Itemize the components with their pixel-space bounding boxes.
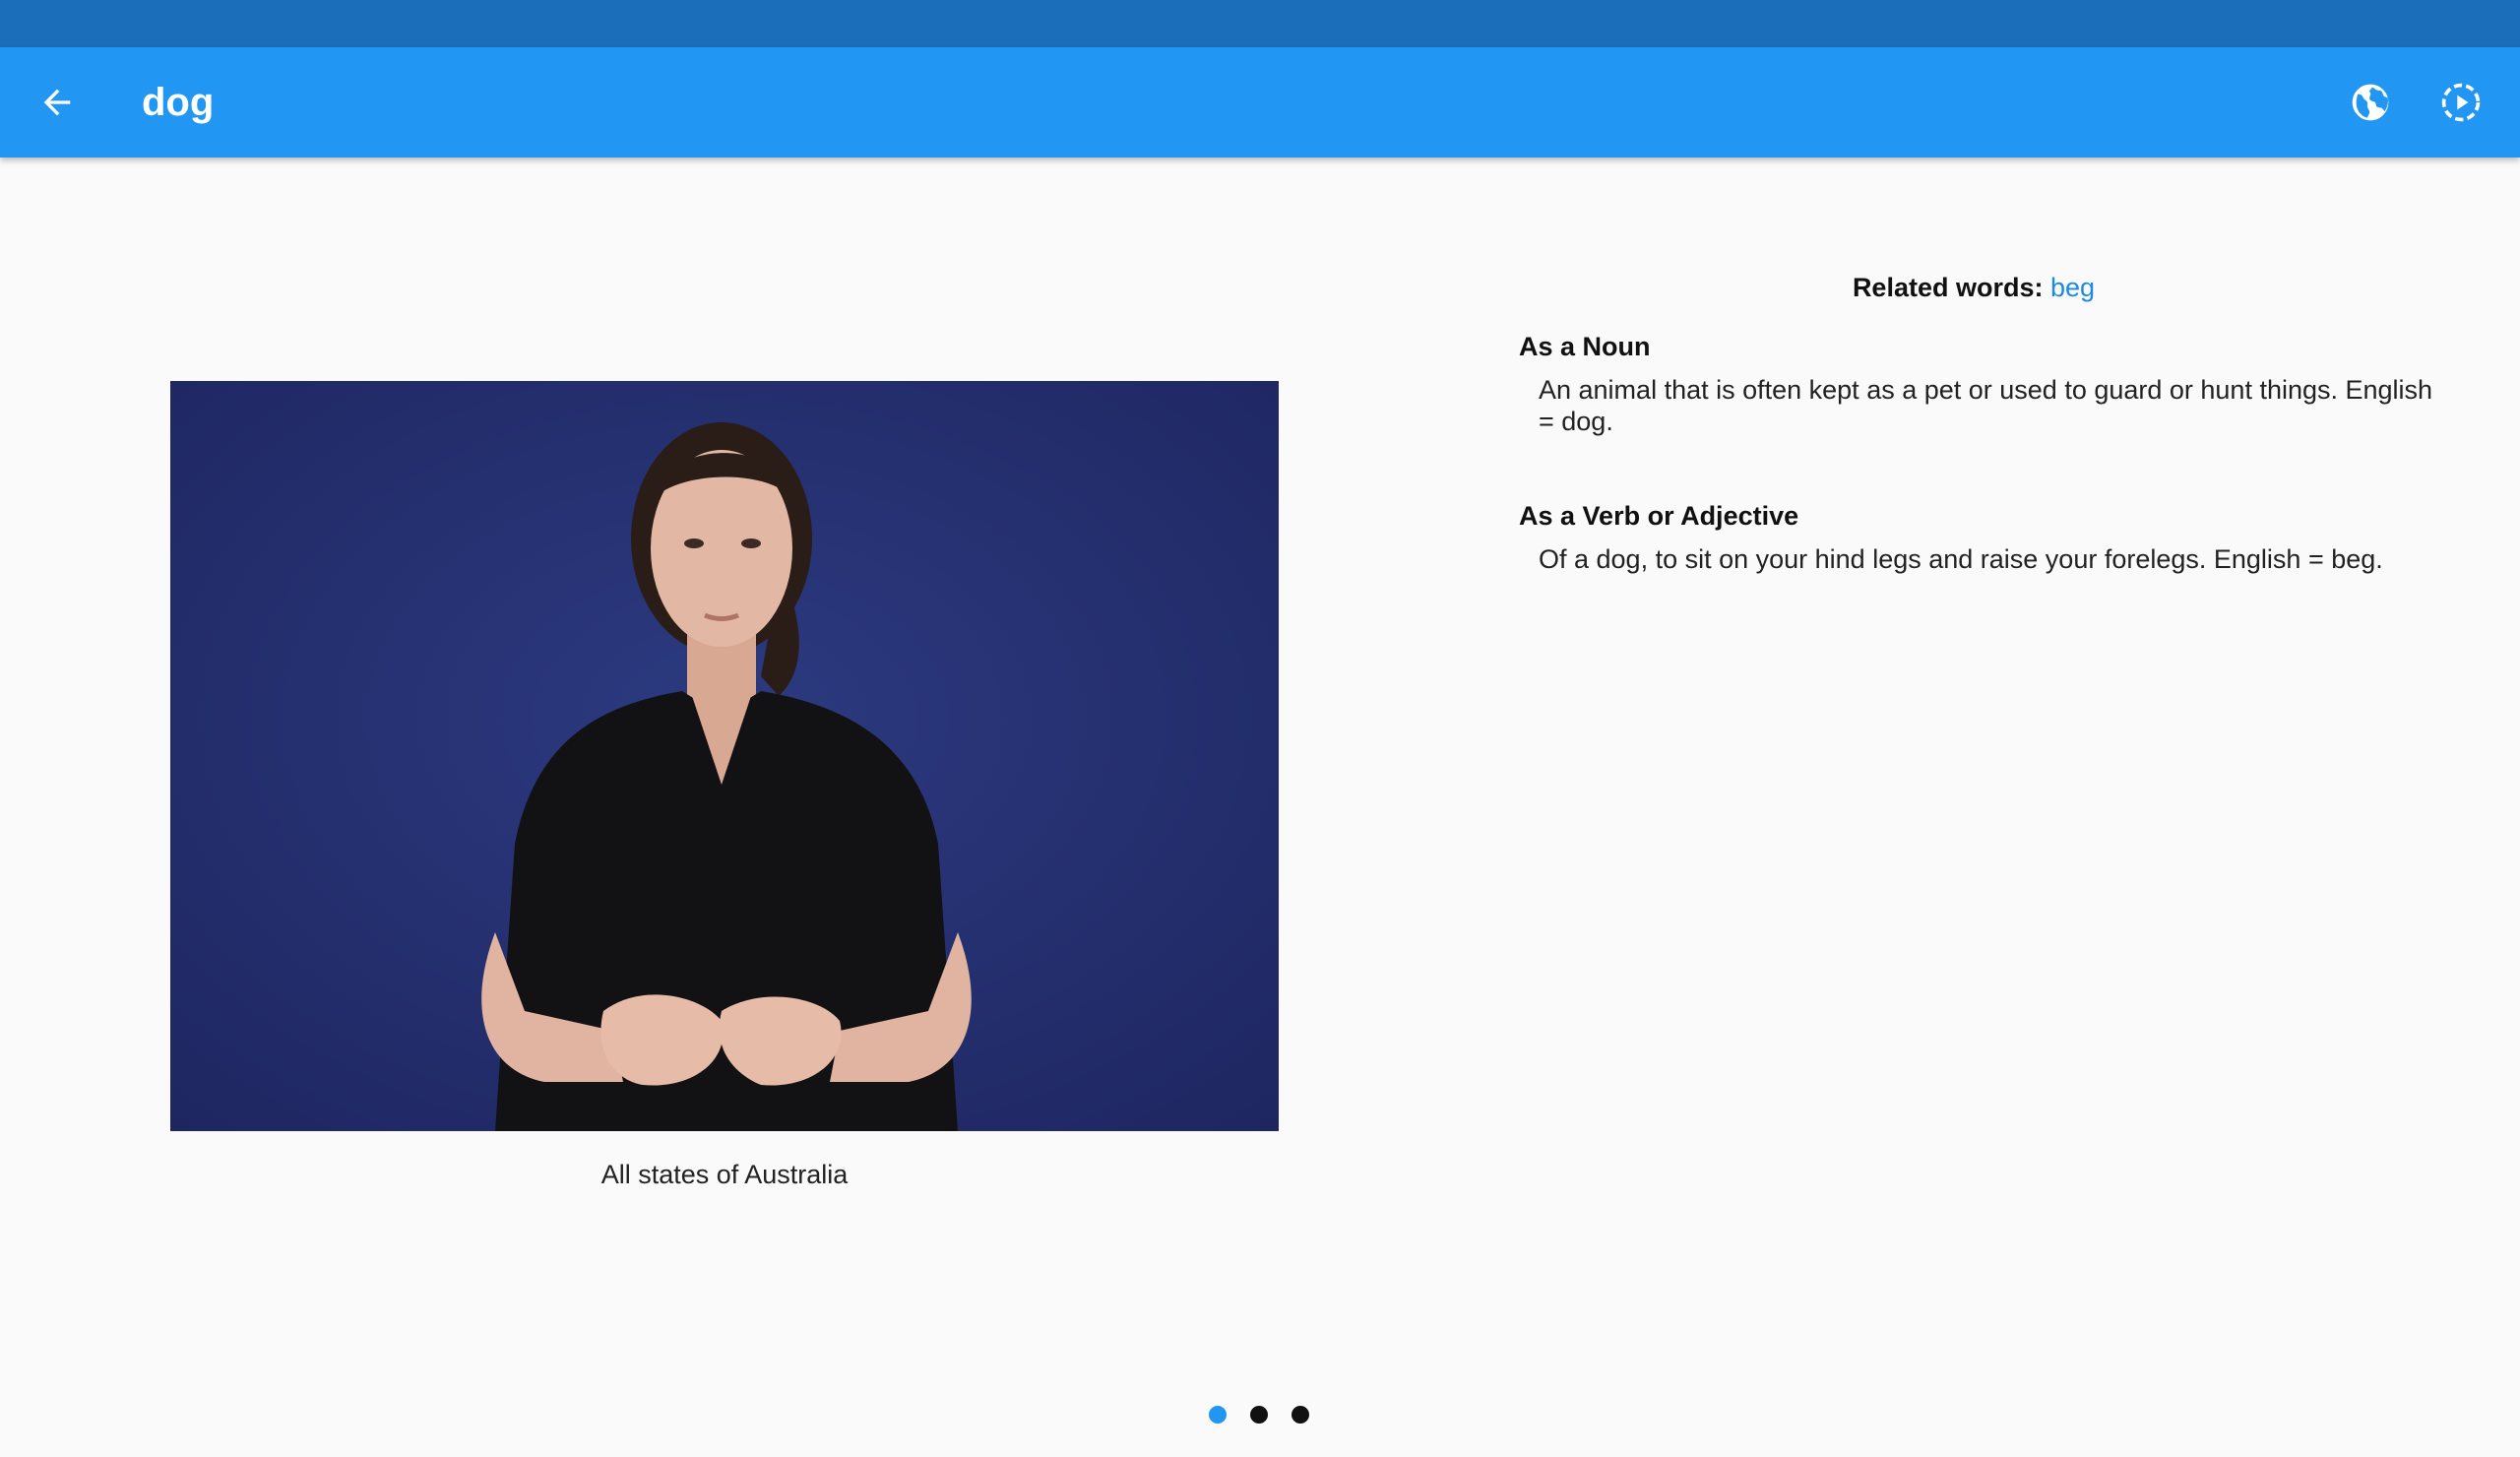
- definition-heading: As a Noun: [1519, 332, 1651, 361]
- video-caption: All states of Australia: [600, 1160, 849, 1189]
- page-indicator: [1209, 1406, 1309, 1425]
- arrow-back-icon: [43, 89, 71, 116]
- related-word-link[interactable]: beg: [2050, 273, 2095, 302]
- related-words: Related words: beg: [1519, 268, 2428, 307]
- app-bar: dog: [0, 47, 2520, 158]
- definition-heading: As a Verb or Adjective: [1519, 501, 1799, 531]
- definition-text: Of a dog, to sit on your hind legs and r…: [1539, 544, 2383, 574]
- play-circle-icon: [2441, 83, 2481, 122]
- related-words-label: Related words:: [1852, 273, 2044, 302]
- back-button[interactable]: [26, 71, 89, 134]
- status-bar: [0, 0, 2520, 47]
- definition-text: An animal that is often kept as a pet or…: [1539, 375, 2433, 436]
- page-title: dog: [142, 81, 215, 124]
- signer-video-frame: [170, 381, 1279, 1131]
- globe-icon: [2352, 84, 2389, 121]
- language-button[interactable]: [2339, 71, 2402, 134]
- autoplay-button[interactable]: [2429, 71, 2492, 134]
- page-dot-3[interactable]: [1292, 1406, 1309, 1424]
- sign-video[interactable]: [170, 381, 1279, 1131]
- page-dot-2[interactable]: [1250, 1406, 1268, 1424]
- definitions-panel: Related words: beg As a Noun An animal t…: [1519, 268, 2464, 575]
- page-dot-1[interactable]: [1209, 1406, 1227, 1424]
